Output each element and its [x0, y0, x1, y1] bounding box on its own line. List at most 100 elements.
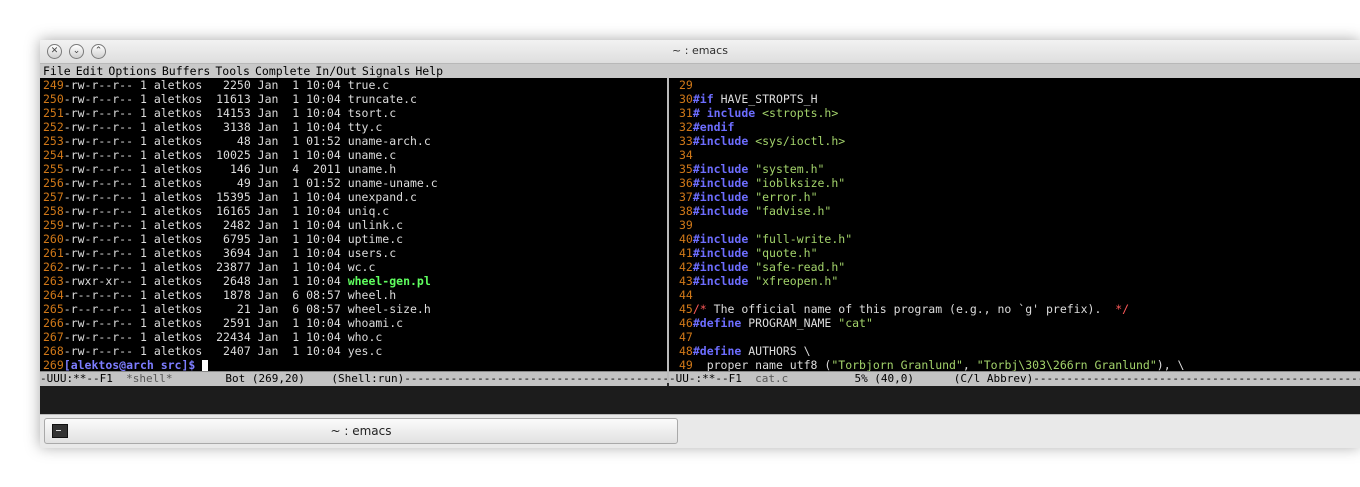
- menu-item-file[interactable]: File: [40, 64, 73, 78]
- file-name[interactable]: uname-arch.c: [341, 134, 431, 148]
- menu-item-complete[interactable]: Complete: [252, 64, 312, 78]
- file-owner: aletkos: [146, 120, 203, 134]
- file-date: Jan 1 10:04: [250, 260, 341, 274]
- file-name[interactable]: wheel.h: [341, 288, 396, 302]
- line-number: 256: [43, 176, 64, 190]
- file-date: Jan 1 10:04: [250, 92, 341, 106]
- line-number: 251: [43, 106, 64, 120]
- line-number: 46: [679, 316, 693, 330]
- file-size: 22434: [202, 330, 251, 344]
- file-name[interactable]: tsort.c: [341, 106, 396, 120]
- file-owner: aletkos: [146, 218, 203, 232]
- file-date: Jan 1 01:52: [250, 134, 341, 148]
- file-links: 1: [133, 78, 147, 92]
- modeline-shell[interactable]: -UUU:**--F1 *shell* Bot (269,20) (Shell:…: [40, 371, 667, 386]
- file-links: 1: [133, 302, 147, 316]
- text-cursor: [202, 360, 209, 371]
- file-owner: aletkos: [146, 274, 203, 288]
- file-owner: aletkos: [146, 134, 203, 148]
- code-text: proper_name_utf8 (: [692, 358, 832, 371]
- file-date: Jan 1 10:04: [250, 330, 341, 344]
- file-links: 1: [133, 288, 147, 302]
- file-size: 48: [202, 134, 251, 148]
- line-number: 35: [679, 162, 693, 176]
- code-line: 34: [669, 148, 1360, 162]
- modeline-status: 5% (40,0) (C/l Abbrev)------------------…: [854, 372, 1360, 385]
- menu-item-tools[interactable]: Tools: [212, 64, 252, 78]
- file-name[interactable]: unexpand.c: [341, 190, 417, 204]
- line-number: 265: [43, 302, 64, 316]
- file-date: Jan 1 10:04: [250, 218, 341, 232]
- file-owner: aletkos: [146, 92, 203, 106]
- code-line: 48#define AUTHORS \: [669, 344, 1360, 358]
- minibuffer[interactable]: [40, 386, 1360, 414]
- file-name[interactable]: yes.c: [341, 344, 383, 358]
- menu-item-help[interactable]: Help: [412, 64, 445, 78]
- file-owner: aletkos: [146, 344, 203, 358]
- file-links: 1: [133, 162, 147, 176]
- file-name[interactable]: wheel-size.h: [341, 302, 431, 316]
- shell-prompt-line[interactable]: 269[alektos@arch src]$: [40, 358, 667, 371]
- file-size: 14153: [202, 106, 251, 120]
- code-pane[interactable]: 29 30#if HAVE_STROPTS_H 31# include <strop…: [669, 78, 1360, 371]
- file-name[interactable]: uptime.c: [341, 232, 403, 246]
- menu-item-inout[interactable]: In/Out: [312, 64, 359, 78]
- file-name[interactable]: tty.c: [341, 120, 383, 134]
- file-name[interactable]: unlink.c: [341, 218, 403, 232]
- file-owner: aletkos: [146, 232, 203, 246]
- string-literal: "safe-read.h": [755, 260, 846, 274]
- file-date: Jun 4 2011: [250, 162, 341, 176]
- file-name[interactable]: uname-uname.c: [341, 176, 438, 190]
- line-number: 37: [679, 190, 693, 204]
- file-size: 2407: [202, 344, 251, 358]
- line-number: 249: [43, 78, 64, 92]
- file-size: 23877: [202, 260, 251, 274]
- file-name[interactable]: wheel-gen.pl: [341, 274, 431, 288]
- file-date: Jan 1 10:04: [250, 204, 341, 218]
- shell-line: 260-rw-r--r-- 1 aletkos 6795 Jan 1 10:04…: [40, 232, 667, 246]
- line-number: 42: [679, 260, 693, 274]
- line-number: 47: [679, 330, 693, 344]
- file-links: 1: [133, 190, 147, 204]
- code-line: 37#include "error.h": [669, 190, 1360, 204]
- shell-line: 252-rw-r--r-- 1 aletkos 3138 Jan 1 10:04…: [40, 120, 667, 134]
- string-literal: "system.h": [755, 162, 825, 176]
- preprocessor-keyword: #include: [692, 246, 749, 260]
- shell-line: 259-rw-r--r-- 1 aletkos 2482 Jan 1 10:04…: [40, 218, 667, 232]
- menu-item-signals[interactable]: Signals: [359, 64, 412, 78]
- file-name[interactable]: true.c: [341, 78, 390, 92]
- file-links: 1: [133, 134, 147, 148]
- shell-pane[interactable]: 249-rw-r--r-- 1 aletkos 2250 Jan 1 10:04…: [40, 78, 667, 371]
- modeline-code[interactable]: -UU-:**--F1 cat.c 5% (40,0) (C/l Abbrev)…: [669, 371, 1360, 386]
- file-name[interactable]: uname.c: [341, 148, 396, 162]
- file-name[interactable]: uniq.c: [341, 204, 390, 218]
- menu-item-edit[interactable]: Edit: [73, 64, 106, 78]
- line-number: 29: [679, 78, 693, 92]
- file-name[interactable]: truncate.c: [341, 92, 417, 106]
- string-literal: <stropts.h>: [762, 106, 839, 120]
- string-literal: "cat": [838, 316, 873, 330]
- file-name[interactable]: who.c: [341, 330, 383, 344]
- file-owner: aletkos: [146, 148, 203, 162]
- menu-item-options[interactable]: Options: [105, 64, 158, 78]
- preprocessor-keyword: # include: [692, 106, 756, 120]
- string-literal: "error.h": [755, 190, 818, 204]
- file-owner: aletkos: [146, 330, 203, 344]
- shell-line: 256-rw-r--r-- 1 aletkos 49 Jan 1 01:52 u…: [40, 176, 667, 190]
- file-permissions: -rw-r--r--: [63, 134, 134, 148]
- file-name[interactable]: wc.c: [341, 260, 376, 274]
- menu-item-buffers[interactable]: Buffers: [159, 64, 212, 78]
- file-name[interactable]: uname.h: [341, 162, 396, 176]
- code-text: AUTHORS \: [741, 344, 811, 358]
- file-name[interactable]: users.c: [341, 246, 396, 260]
- file-date: Jan 1 01:52: [250, 176, 341, 190]
- code-text: HAVE_STROPTS_H: [713, 92, 818, 106]
- file-date: Jan 1 10:04: [250, 316, 341, 330]
- file-permissions: -rw-r--r--: [63, 246, 134, 260]
- file-size: 16165: [202, 204, 251, 218]
- string-literal: "ioblksize.h": [755, 176, 846, 190]
- taskbar-item-emacs[interactable]: ~ : emacs: [44, 418, 678, 444]
- line-number: 36: [679, 176, 693, 190]
- line-number: 268: [43, 344, 64, 358]
- file-name[interactable]: whoami.c: [341, 316, 403, 330]
